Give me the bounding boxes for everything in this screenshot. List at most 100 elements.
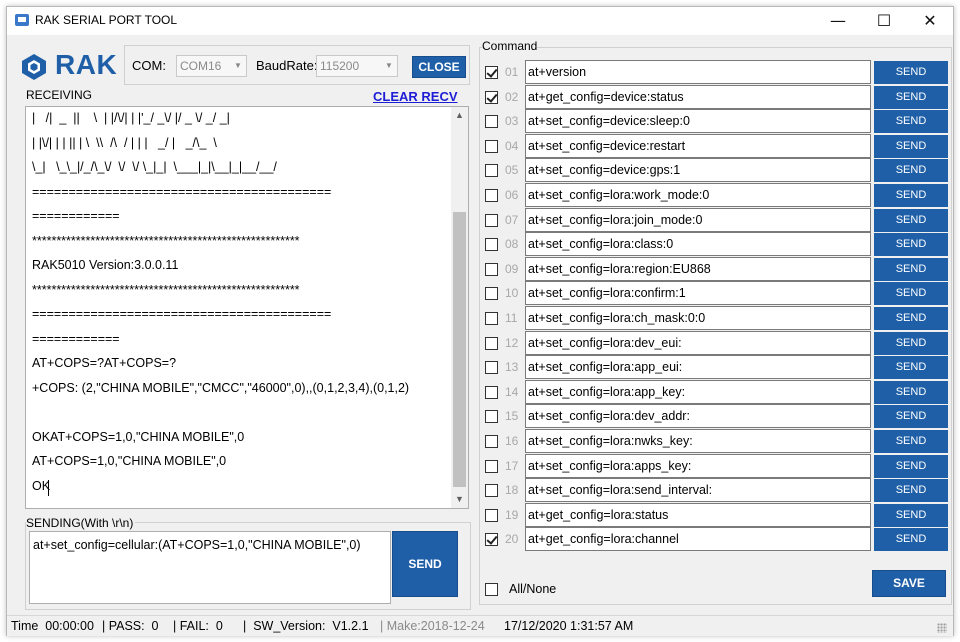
command-send-button[interactable]: SEND: [874, 233, 948, 257]
command-send-button[interactable]: SEND: [874, 257, 948, 281]
close-port-button[interactable]: CLOSE: [412, 56, 466, 78]
command-checkbox[interactable]: [485, 508, 498, 522]
command-row: 07 at+set_config=lora:join_mode:0 SEND: [483, 207, 953, 232]
command-input[interactable]: at+get_config=device:status: [525, 84, 871, 109]
logo-text: RAK: [55, 49, 118, 80]
command-checkbox[interactable]: [485, 287, 498, 301]
command-input[interactable]: at+set_config=lora:dev_eui:: [525, 330, 871, 355]
command-number: 10: [505, 286, 519, 301]
send-button[interactable]: SEND: [392, 531, 458, 597]
clear-recv-link[interactable]: CLEAR RECV: [373, 89, 458, 104]
scroll-up-icon[interactable]: ▲: [451, 107, 468, 124]
command-send-button[interactable]: SEND: [874, 430, 948, 453]
command-send-button[interactable]: SEND: [874, 528, 948, 552]
all-none-label: All/None: [509, 582, 557, 596]
minimize-button[interactable]: —: [815, 7, 861, 35]
resize-grip-icon[interactable]: [937, 623, 947, 633]
command-label: Command: [482, 39, 538, 53]
command-input[interactable]: at+version: [525, 60, 871, 84]
command-checkbox[interactable]: [485, 164, 498, 178]
sending-label: SENDING(With \r\n): [26, 516, 136, 530]
command-input[interactable]: at+set_config=lora:join_mode:0: [525, 207, 871, 232]
command-checkbox[interactable]: [485, 385, 498, 399]
save-button[interactable]: SAVE: [872, 570, 946, 597]
rak-logo-icon: [22, 54, 46, 80]
command-input[interactable]: at+get_config=lora:channel: [525, 527, 871, 552]
command-send-button[interactable]: SEND: [874, 307, 948, 330]
com-label: COM:: [132, 58, 166, 73]
command-checkbox[interactable]: [485, 262, 498, 276]
com-port-value: COM16: [180, 59, 222, 73]
command-input[interactable]: at+set_config=lora:dev_addr:: [525, 404, 871, 429]
command-checkbox[interactable]: [485, 90, 498, 104]
command-send-button[interactable]: SEND: [874, 134, 948, 158]
command-send-button[interactable]: SEND: [874, 282, 948, 306]
maximize-button[interactable]: ☐: [861, 7, 907, 35]
command-checkbox[interactable]: [485, 336, 498, 350]
command-checkbox[interactable]: [485, 66, 498, 79]
command-input[interactable]: at+set_config=lora:work_mode:0: [525, 183, 871, 207]
command-checkbox[interactable]: [485, 139, 498, 153]
command-send-button[interactable]: SEND: [874, 159, 948, 183]
all-none-checkbox[interactable]: [485, 583, 498, 596]
command-input[interactable]: at+set_config=lora:nwks_key:: [525, 429, 871, 453]
command-input[interactable]: at+set_config=lora:apps_key:: [525, 453, 871, 478]
app-icon: [15, 14, 29, 26]
command-input[interactable]: at+set_config=lora:send_interval:: [525, 478, 871, 503]
scroll-down-icon[interactable]: ▼: [451, 491, 468, 508]
command-checkbox[interactable]: [485, 189, 498, 202]
command-checkbox[interactable]: [485, 115, 498, 129]
command-input[interactable]: at+set_config=device:sleep:0: [525, 109, 871, 134]
window-title: RAK SERIAL PORT TOOL: [35, 13, 178, 27]
command-input[interactable]: at+set_config=lora:class:0: [525, 232, 871, 257]
command-checkbox[interactable]: [485, 361, 498, 375]
command-checkbox[interactable]: [485, 410, 498, 424]
command-send-button[interactable]: SEND: [874, 85, 948, 109]
command-number: 07: [505, 212, 519, 227]
command-send-button[interactable]: SEND: [874, 380, 948, 404]
command-number: 13: [505, 360, 519, 375]
command-row: 20 at+get_config=lora:channel SEND: [483, 527, 953, 552]
command-number: 01: [505, 65, 519, 79]
command-send-button[interactable]: SEND: [874, 405, 948, 429]
command-checkbox[interactable]: [485, 533, 498, 547]
receive-textarea[interactable]: | /| _ || \ | |/\/| | |'_/ _\/ |/ _ \/ _…: [25, 106, 469, 509]
command-send-button[interactable]: SEND: [874, 208, 948, 232]
command-checkbox[interactable]: [485, 238, 498, 252]
command-input[interactable]: at+get_config=lora:status: [525, 502, 871, 527]
receive-line: | /| _ || \ | |/\/| | |'_/ _\/ |/ _ \/ _…: [32, 111, 230, 125]
close-window-button[interactable]: ✕: [907, 7, 953, 35]
command-input[interactable]: at+set_config=device:restart: [525, 133, 871, 158]
command-send-button[interactable]: SEND: [874, 479, 948, 503]
command-send-button[interactable]: SEND: [874, 110, 948, 134]
status-fail: | FAIL: 0: [173, 619, 223, 633]
scroll-thumb[interactable]: [453, 212, 466, 487]
command-row: 10 at+set_config=lora:confirm:1 SEND: [483, 281, 953, 306]
command-checkbox[interactable]: [485, 435, 498, 448]
command-input[interactable]: at+set_config=lora:ch_mask:0:0: [525, 306, 871, 330]
command-number: 15: [505, 409, 519, 424]
command-send-button[interactable]: SEND: [874, 454, 948, 478]
command-send-button[interactable]: SEND: [874, 503, 948, 527]
command-checkbox[interactable]: [485, 312, 498, 325]
command-input[interactable]: at+set_config=lora:app_eui:: [525, 355, 871, 380]
baudrate-select[interactable]: 115200 ▼: [316, 55, 398, 77]
command-input[interactable]: at+set_config=device:gps:1: [525, 158, 871, 183]
receive-line: ========================================…: [32, 307, 332, 321]
receive-scrollbar[interactable]: ▲ ▼: [451, 107, 468, 508]
command-row: 11 at+set_config=lora:ch_mask:0:0 SEND: [483, 306, 953, 330]
command-send-button[interactable]: SEND: [874, 61, 948, 84]
command-send-button[interactable]: SEND: [874, 184, 948, 207]
com-port-select[interactable]: COM16 ▼: [176, 55, 247, 77]
chevron-down-icon: ▼: [385, 61, 393, 70]
command-input[interactable]: at+set_config=lora:region:EU868: [525, 256, 871, 281]
send-input[interactable]: at+set_config=cellular:(AT+COPS=1,0,"CHI…: [29, 531, 391, 604]
command-send-button[interactable]: SEND: [874, 356, 948, 380]
command-checkbox[interactable]: [485, 459, 498, 473]
command-checkbox[interactable]: [485, 213, 498, 227]
command-send-button[interactable]: SEND: [874, 331, 948, 355]
command-input[interactable]: at+set_config=lora:confirm:1: [525, 281, 871, 306]
command-input[interactable]: at+set_config=lora:app_key:: [525, 379, 871, 404]
command-checkbox[interactable]: [485, 484, 498, 498]
command-row: 06 at+set_config=lora:work_mode:0 SEND: [483, 183, 953, 207]
